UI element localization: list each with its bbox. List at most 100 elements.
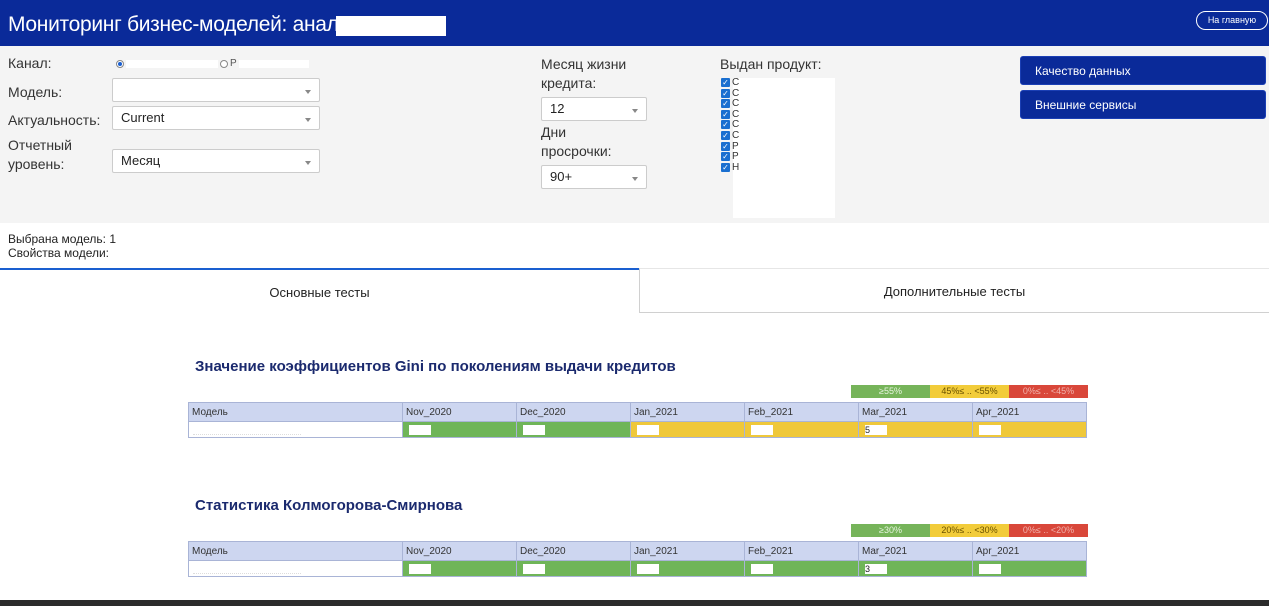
channel-radio-group[interactable]: Р: [116, 58, 309, 69]
model-info-redacted: [131, 231, 313, 259]
dpd-select[interactable]: 90+: [541, 165, 647, 189]
tab-extra-tests[interactable]: Дополнительные тесты: [639, 268, 1269, 313]
cell-value: [193, 564, 301, 574]
model-name-cell: [188, 560, 403, 577]
product-checkbox[interactable]: ✓: [721, 99, 730, 109]
gini-section-title: Значение коэффициентов Gini по поколения…: [195, 358, 676, 375]
actuality-label: Актуальность:: [8, 112, 101, 128]
chevron-down-icon: [305, 118, 311, 122]
report-level-select[interactable]: Месяц: [112, 149, 320, 173]
radio-option-2-label: [238, 59, 309, 68]
ks-section-title: Статистика Колмогорова-Смирнова: [195, 497, 463, 514]
chevron-down-icon: [632, 109, 638, 113]
product-checkbox[interactable]: ✓: [721, 109, 730, 119]
taskbar-strip: [0, 600, 1269, 606]
chevron-down-icon: [305, 161, 311, 165]
radio-option-2-initial: Р: [230, 58, 237, 69]
gini-legend-high: ≥55%: [851, 385, 930, 398]
cell-value: [193, 425, 301, 435]
cell-value: [637, 564, 659, 574]
column-header: Jan_2021: [630, 402, 745, 422]
chevron-down-icon: [632, 177, 638, 181]
tab-main-tests[interactable]: Основные тесты: [0, 268, 639, 313]
model-name-cell: [188, 421, 403, 438]
ks-legend-high: ≥30%: [851, 524, 930, 537]
dpd-select-value: 90+: [550, 169, 573, 184]
selected-model-value: 1: [109, 232, 117, 246]
column-header: Jan_2021: [630, 541, 745, 561]
report-level-label-line1: Отчетный: [8, 137, 72, 153]
tab-bar: Основные тесты Дополнительные тесты: [0, 268, 1269, 313]
model-properties-label: Свойства модели:: [8, 246, 110, 260]
product-checkbox[interactable]: ✓: [721, 78, 730, 87]
value-cell: [630, 560, 745, 577]
model-info: Выбрана модель: 1 Свойства модели:: [8, 232, 116, 260]
cell-value: [751, 425, 773, 435]
actuality-select-value: Current: [121, 110, 165, 125]
data-quality-button[interactable]: Качество данных: [1020, 56, 1266, 85]
column-header: Mar_2021: [858, 402, 973, 422]
chevron-down-icon: [305, 90, 311, 94]
actuality-select[interactable]: Current: [112, 106, 320, 130]
column-header: Dec_2020: [516, 402, 631, 422]
cell-value: 3: [865, 564, 887, 574]
table-row: 5: [188, 421, 1087, 438]
credit-month-label-line2: кредита:: [541, 75, 597, 91]
product-checkbox[interactable]: ✓: [721, 88, 730, 98]
table-header-row: Модель Nov_2020 Dec_2020 Jan_2021 Feb_2021 Ma…: [188, 402, 1087, 422]
cell-value: 5: [865, 425, 887, 435]
value-cell: 3: [858, 560, 973, 577]
cell-value: [637, 425, 659, 435]
cell-value: [979, 425, 1001, 435]
model-select[interactable]: [112, 78, 320, 102]
product-checkbox-label: Р: [732, 151, 739, 163]
cell-value: [751, 564, 773, 574]
product-checkbox[interactable]: ✓: [721, 162, 730, 172]
column-header: Apr_2021: [972, 402, 1087, 422]
value-cell: [516, 421, 631, 438]
column-header: Модель: [188, 541, 403, 561]
channel-label: Канал:: [8, 55, 52, 71]
home-button[interactable]: На главную: [1196, 11, 1268, 30]
product-checkbox-label: С: [732, 130, 740, 141]
gini-legend-low: 0%≤ .. <45%: [1009, 385, 1088, 398]
column-header: Mar_2021: [858, 541, 973, 561]
product-checkbox-label: С: [732, 108, 740, 120]
column-header: Feb_2021: [744, 402, 859, 422]
value-cell: [972, 421, 1087, 438]
page-title: Мониторинг бизнес-моделей: анализ: [8, 13, 360, 36]
cell-value: [979, 564, 1001, 574]
column-header: Модель: [188, 402, 403, 422]
gini-legend-mid: 45%≤ .. <55%: [930, 385, 1009, 398]
product-checkbox[interactable]: ✓: [721, 152, 730, 162]
column-header: Dec_2020: [516, 541, 631, 561]
product-checkbox[interactable]: ✓: [721, 131, 730, 140]
ks-legend-mid: 20%≤ .. <30%: [930, 524, 1009, 537]
value-cell: [402, 421, 517, 438]
cell-value: [523, 425, 545, 435]
external-services-button[interactable]: Внешние сервисы: [1020, 90, 1266, 119]
selected-model-label: Выбрана модель:: [8, 232, 107, 246]
product-checkbox[interactable]: ✓: [721, 141, 730, 151]
gini-legend: ≥55% 45%≤ .. <55% 0%≤ .. <45%: [851, 385, 1088, 398]
product-checkbox-label: С: [732, 119, 740, 131]
radio-option-2[interactable]: [220, 59, 228, 68]
gini-table: Модель Nov_2020 Dec_2020 Jan_2021 Feb_2021 Ma…: [188, 402, 1087, 438]
cell-value: [409, 564, 431, 574]
value-cell: 5: [858, 421, 973, 438]
product-list-redacted: [733, 78, 835, 218]
cell-value: [409, 425, 431, 435]
product-checkbox-label: С: [732, 87, 740, 99]
radio-option-1[interactable]: [116, 59, 124, 68]
column-header: Apr_2021: [972, 541, 1087, 561]
product-checkbox-label: Р: [732, 140, 739, 152]
credit-month-select[interactable]: 12: [541, 97, 647, 121]
dpd-label-line1: Дни: [541, 124, 567, 140]
ks-legend: ≥30% 20%≤ .. <30% 0%≤ .. <20%: [851, 524, 1088, 537]
title-redacted-area: [336, 16, 446, 36]
radio-option-1-label: [126, 59, 218, 68]
product-checkbox[interactable]: ✓: [721, 120, 730, 130]
column-header: Nov_2020: [402, 402, 517, 422]
value-cell: [972, 560, 1087, 577]
column-header: Feb_2021: [744, 541, 859, 561]
